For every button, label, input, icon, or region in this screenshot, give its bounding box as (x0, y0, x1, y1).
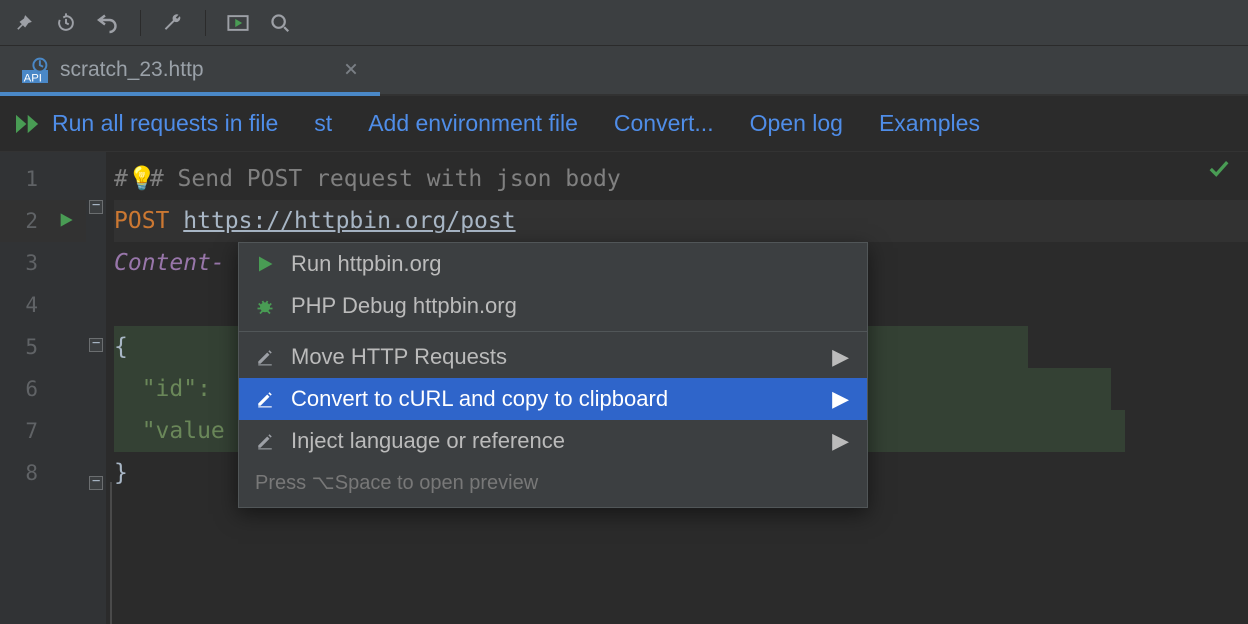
run-all-label: Run all requests in file (52, 110, 278, 137)
fold-toggle-icon[interactable] (89, 200, 103, 214)
code-token-key: "id": (114, 376, 211, 402)
st-button[interactable]: st (314, 110, 332, 137)
menu-label: Convert to cURL and copy to clipboard (291, 386, 668, 412)
line-number: 8 (0, 452, 86, 494)
run-config-icon[interactable] (224, 9, 252, 37)
menu-php-debug[interactable]: PHP Debug httpbin.org (239, 285, 867, 327)
menu-separator (239, 331, 867, 332)
code-token-brace: { (114, 334, 128, 360)
edit-icon (253, 348, 277, 366)
tab-bar: API scratch_23.http (0, 46, 1248, 96)
toolbar-separator (140, 10, 141, 36)
line-number: 4 (0, 284, 86, 326)
convert-button[interactable]: Convert... (614, 110, 714, 137)
code-token-key: "value (114, 418, 225, 444)
open-log-button[interactable]: Open log (750, 110, 843, 137)
menu-move-requests[interactable]: Move HTTP Requests ▶ (239, 336, 867, 378)
line-number: 6 (0, 368, 86, 410)
svg-text:API: API (24, 72, 42, 83)
menu-label: Inject language or reference (291, 428, 565, 454)
main-toolbar (0, 0, 1248, 46)
fold-toggle-icon[interactable] (89, 338, 103, 352)
menu-label: PHP Debug httpbin.org (291, 293, 517, 319)
examples-button[interactable]: Examples (879, 110, 980, 137)
run-all-icon (16, 113, 42, 135)
code-token-brace: } (114, 460, 128, 486)
http-action-bar: Run all requests in file st Add environm… (0, 96, 1248, 152)
pin-icon[interactable] (10, 9, 38, 37)
bulb-icon[interactable]: 💡 (128, 158, 150, 200)
indent-guide (110, 482, 112, 624)
undo-icon[interactable] (94, 9, 122, 37)
inspection-ok-icon[interactable] (1208, 158, 1230, 186)
line-number: 7 (0, 410, 86, 452)
menu-hint: Press ⌥Space to open preview (239, 462, 867, 507)
add-env-button[interactable]: Add environment file (368, 110, 578, 137)
code-text: # Send POST request with json body (150, 166, 621, 192)
history-icon[interactable] (52, 9, 80, 37)
fold-column (86, 152, 106, 624)
code-token-method: POST (114, 208, 169, 234)
line-number: 5 (0, 326, 86, 368)
menu-run[interactable]: Run httpbin.org (239, 243, 867, 285)
submenu-arrow-icon: ▶ (832, 344, 849, 370)
line-number: 2 (0, 200, 86, 242)
play-icon (253, 255, 277, 273)
tab-label: scratch_23.http (60, 58, 204, 82)
fold-toggle-icon[interactable] (89, 476, 103, 490)
line-number: 1 (0, 158, 86, 200)
toolbar-separator (205, 10, 206, 36)
context-menu: Run httpbin.org PHP Debug httpbin.org Mo… (238, 242, 868, 508)
bug-icon (253, 296, 277, 316)
tab-scratch-http[interactable]: API scratch_23.http (0, 46, 380, 94)
code-token-header: Content- (114, 250, 225, 276)
api-file-icon: API (22, 57, 48, 83)
submenu-arrow-icon: ▶ (832, 428, 849, 454)
menu-convert-curl[interactable]: Convert to cURL and copy to clipboard ▶ (239, 378, 867, 420)
search-icon[interactable] (266, 9, 294, 37)
gutter-run-icon[interactable] (58, 200, 74, 242)
line-gutter: 1 2 3 4 5 6 7 8 (0, 152, 86, 624)
run-all-button[interactable]: Run all requests in file (16, 110, 278, 137)
menu-inject-language[interactable]: Inject language or reference ▶ (239, 420, 867, 462)
line-number: 3 (0, 242, 86, 284)
code-text: # (114, 166, 128, 192)
close-icon[interactable] (344, 58, 358, 82)
edit-icon (253, 432, 277, 450)
menu-label: Move HTTP Requests (291, 344, 507, 370)
wrench-icon[interactable] (159, 9, 187, 37)
submenu-arrow-icon: ▶ (832, 386, 849, 412)
menu-label: Run httpbin.org (291, 251, 441, 277)
edit-icon (253, 390, 277, 408)
code-token-url[interactable]: https://httpbin.org/post (183, 208, 515, 234)
